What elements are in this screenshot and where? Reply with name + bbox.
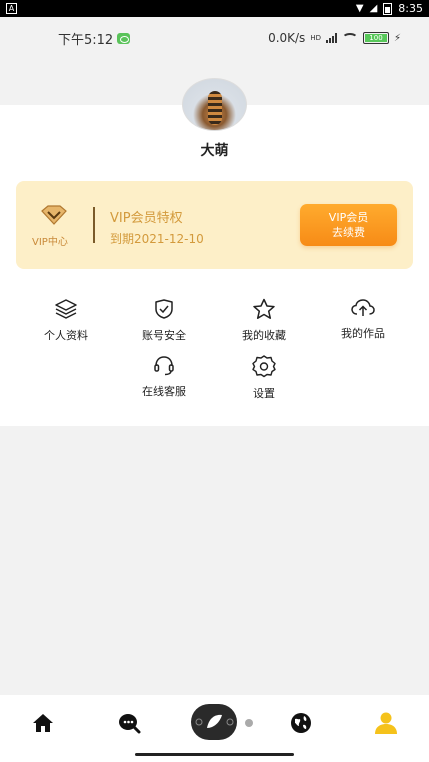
profile-icon[interactable] <box>373 710 399 736</box>
phone-time: 下午5:12 <box>58 32 114 48</box>
vip-renew-button[interactable]: VIP会员 去续费 <box>300 204 397 246</box>
nav-indicator-dot <box>245 719 253 727</box>
phone-status-bar: 下午5:12 0.0K/s HD 100 ⚡ <box>0 17 429 59</box>
tiger-avatar[interactable] <box>182 78 247 131</box>
menu-item-favorites[interactable]: 我的收藏 <box>219 298 309 343</box>
diamond-icon <box>41 205 67 225</box>
username: 大萌 <box>200 143 229 159</box>
vip-expire-date: 到期2021-12-10 <box>110 232 204 246</box>
battery-level: 100 <box>364 34 387 42</box>
system-status-bar: A ▼ ◢ 8:35 <box>0 0 429 17</box>
vip-divider <box>93 207 95 243</box>
menu-item-works[interactable]: 我的作品 <box>318 298 408 341</box>
menu-item-support[interactable]: 在线客服 <box>119 354 209 399</box>
wifi-icon <box>341 32 358 44</box>
battery-icon <box>383 2 393 15</box>
menu-label: 我的收藏 <box>242 329 286 342</box>
bottom-nav <box>0 695 429 762</box>
gear-icon <box>252 355 276 378</box>
wifi-icon: ▼ <box>355 3 364 14</box>
menu-label: 账号安全 <box>142 329 186 342</box>
menu-label: 设置 <box>253 387 275 400</box>
headset-icon <box>154 356 174 376</box>
discover-button[interactable] <box>191 704 237 740</box>
vip-center-label: VIP中心 <box>32 237 68 248</box>
menu-item-security[interactable]: 账号安全 <box>119 298 209 343</box>
shield-check-icon <box>155 299 173 319</box>
vip-title: VIP会员特权 <box>110 211 183 226</box>
signal-icon: ◢ <box>369 3 378 14</box>
menu-item-settings[interactable]: 设置 <box>219 354 309 401</box>
home-indicator[interactable] <box>135 753 294 756</box>
network-speed: 0.0K/s <box>268 31 306 45</box>
layers-icon <box>55 299 77 319</box>
system-time: 8:35 <box>398 2 423 15</box>
wechat-icon <box>117 32 131 44</box>
notification-icon: A <box>6 3 17 14</box>
search-chat-icon[interactable] <box>116 710 142 736</box>
menu-label: 我的作品 <box>341 327 385 340</box>
star-icon <box>253 298 275 319</box>
vip-button-line1: VIP会员 <box>328 211 369 224</box>
vip-card[interactable]: VIP中心 VIP会员特权 到期2021-12-10 VIP会员 去续费 <box>16 181 413 269</box>
charging-icon: ⚡ <box>393 32 401 44</box>
cell-signal-icon <box>325 33 337 43</box>
menu-item-profile[interactable]: 个人资料 <box>21 298 111 343</box>
home-icon[interactable] <box>30 710 56 736</box>
vip-button-line2: 去续费 <box>332 226 365 239</box>
globe-icon[interactable] <box>288 710 314 736</box>
menu-label: 在线客服 <box>142 385 186 398</box>
cloud-upload-icon <box>351 299 375 316</box>
discover-icon <box>195 714 234 728</box>
battery-icon: 100 <box>362 32 389 44</box>
network-type: HD <box>310 34 321 42</box>
menu-label: 个人资料 <box>44 329 88 342</box>
